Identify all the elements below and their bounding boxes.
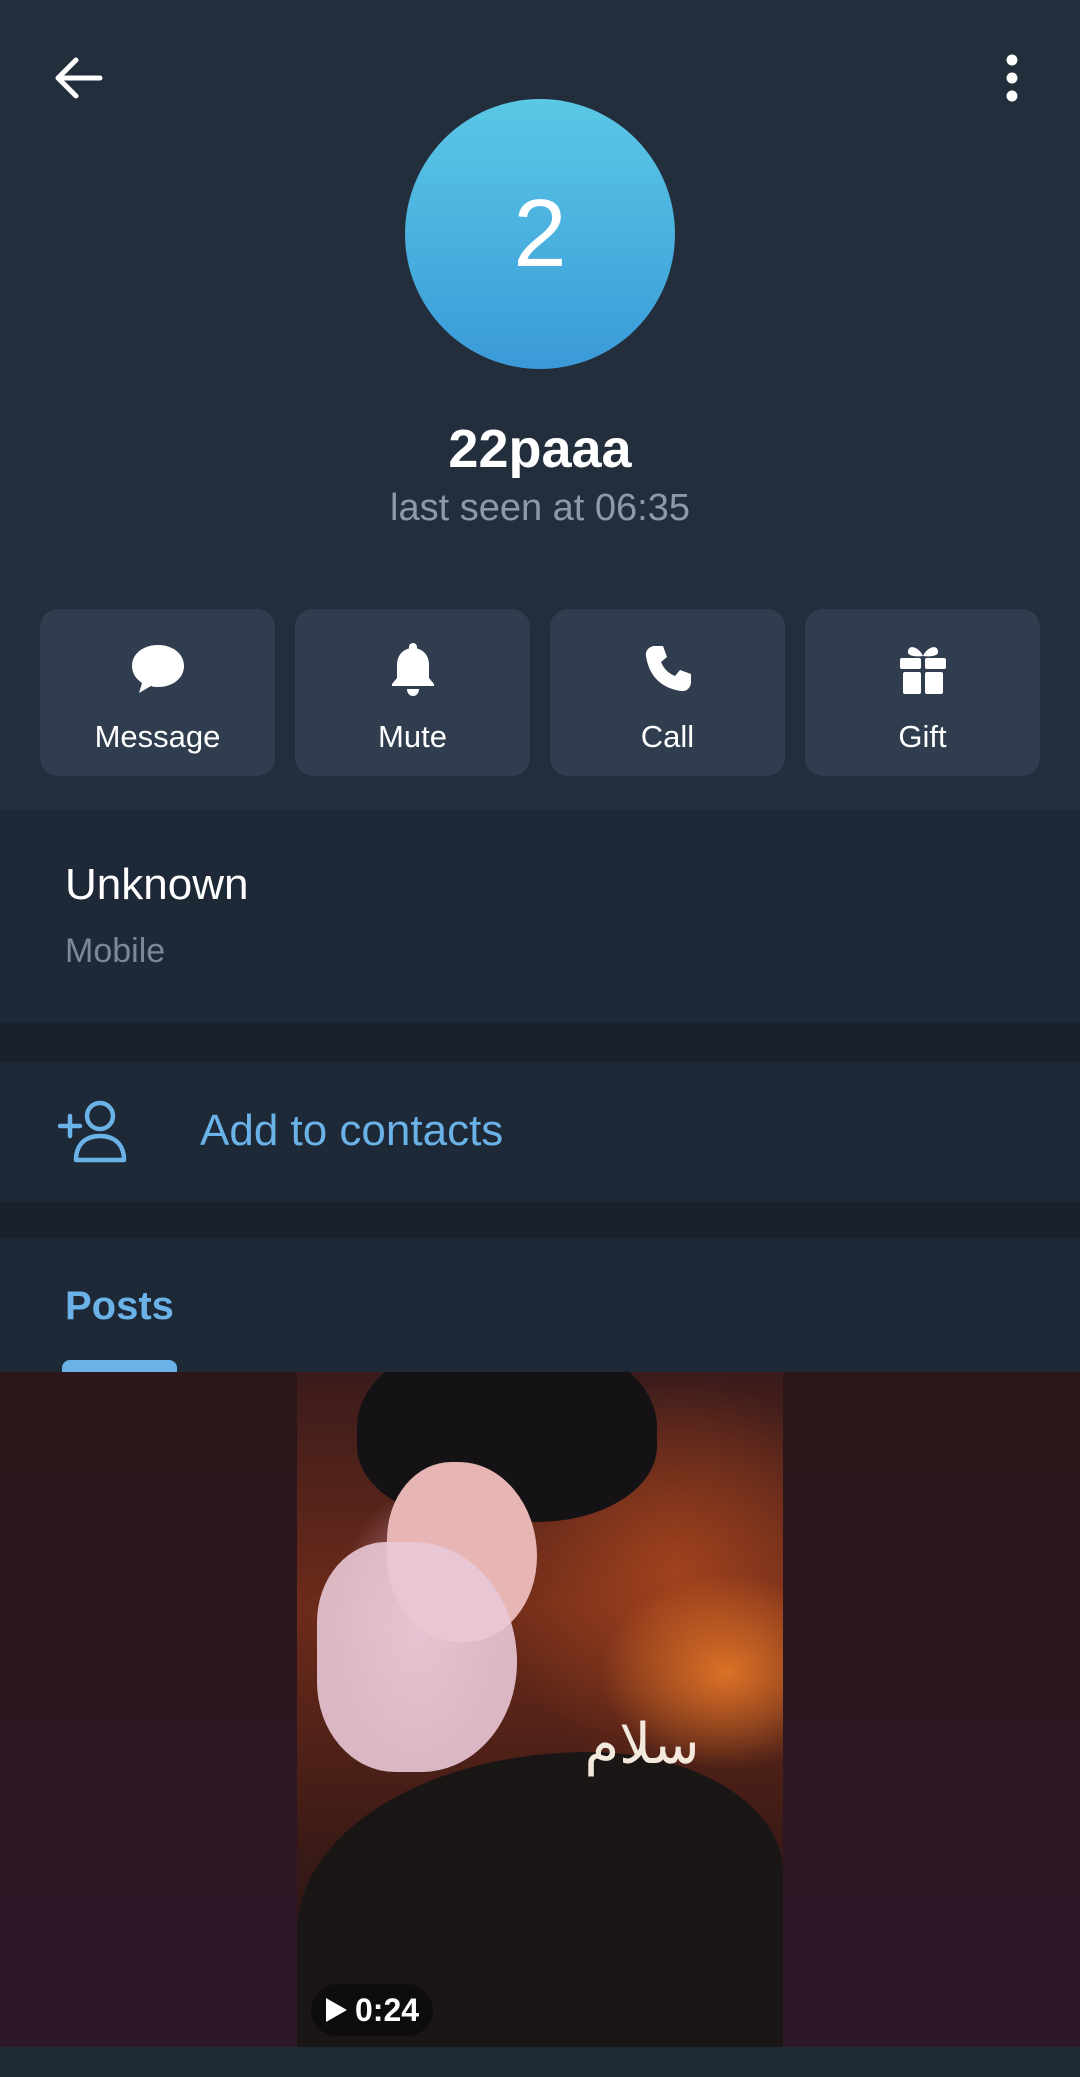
message-button[interactable]: Message	[40, 609, 275, 776]
add-to-contacts-label: Add to contacts	[200, 1106, 504, 1155]
message-icon	[128, 639, 188, 699]
phone-value: Unknown	[65, 860, 249, 909]
action-buttons: Message Mute Call Gift	[40, 609, 1040, 776]
tab-active-indicator	[62, 1360, 177, 1372]
back-button[interactable]	[40, 40, 116, 116]
profile-name: 22paaa	[448, 419, 632, 479]
call-button[interactable]: Call	[550, 609, 785, 776]
phone-info-row[interactable]: Unknown Mobile	[0, 810, 1080, 1022]
more-options-button[interactable]	[974, 40, 1050, 116]
gift-button[interactable]: Gift	[805, 609, 1040, 776]
avatar[interactable]: 2	[405, 99, 675, 369]
back-arrow-icon	[55, 57, 103, 99]
media-tabs: Posts	[0, 1238, 1080, 1372]
phone-label: Mobile	[65, 932, 166, 970]
thumbnail-calligraphy-watermark: سلام	[584, 1712, 700, 1777]
gift-icon	[893, 639, 953, 699]
add-to-contacts-button[interactable]: Add to contacts	[0, 1062, 1080, 1202]
add-contact-icon	[58, 1100, 127, 1163]
profile-header: 2 22paaa last seen at 06:35 Message Mute	[0, 0, 1080, 810]
section-divider	[0, 1202, 1080, 1238]
phone-icon	[638, 639, 698, 699]
more-vertical-icon	[1006, 54, 1018, 102]
video-duration-badge: 0:24	[311, 1984, 434, 2036]
play-icon	[326, 1998, 347, 2022]
section-divider	[0, 1022, 1080, 1062]
video-post-thumbnail[interactable]: سلام 0:24	[297, 1372, 783, 2047]
gift-label: Gift	[898, 719, 947, 754]
call-label: Call	[640, 719, 695, 754]
last-seen-status: last seen at 06:35	[390, 487, 690, 529]
tab-posts[interactable]: Posts	[65, 1284, 174, 1329]
message-label: Message	[94, 719, 221, 754]
mute-label: Mute	[378, 719, 447, 754]
bell-icon	[383, 639, 443, 699]
video-duration: 0:24	[355, 1991, 420, 2028]
posts-grid: سلام 0:24	[0, 1372, 1080, 2047]
mute-button[interactable]: Mute	[295, 609, 530, 776]
bottom-edge	[0, 2047, 1080, 2077]
